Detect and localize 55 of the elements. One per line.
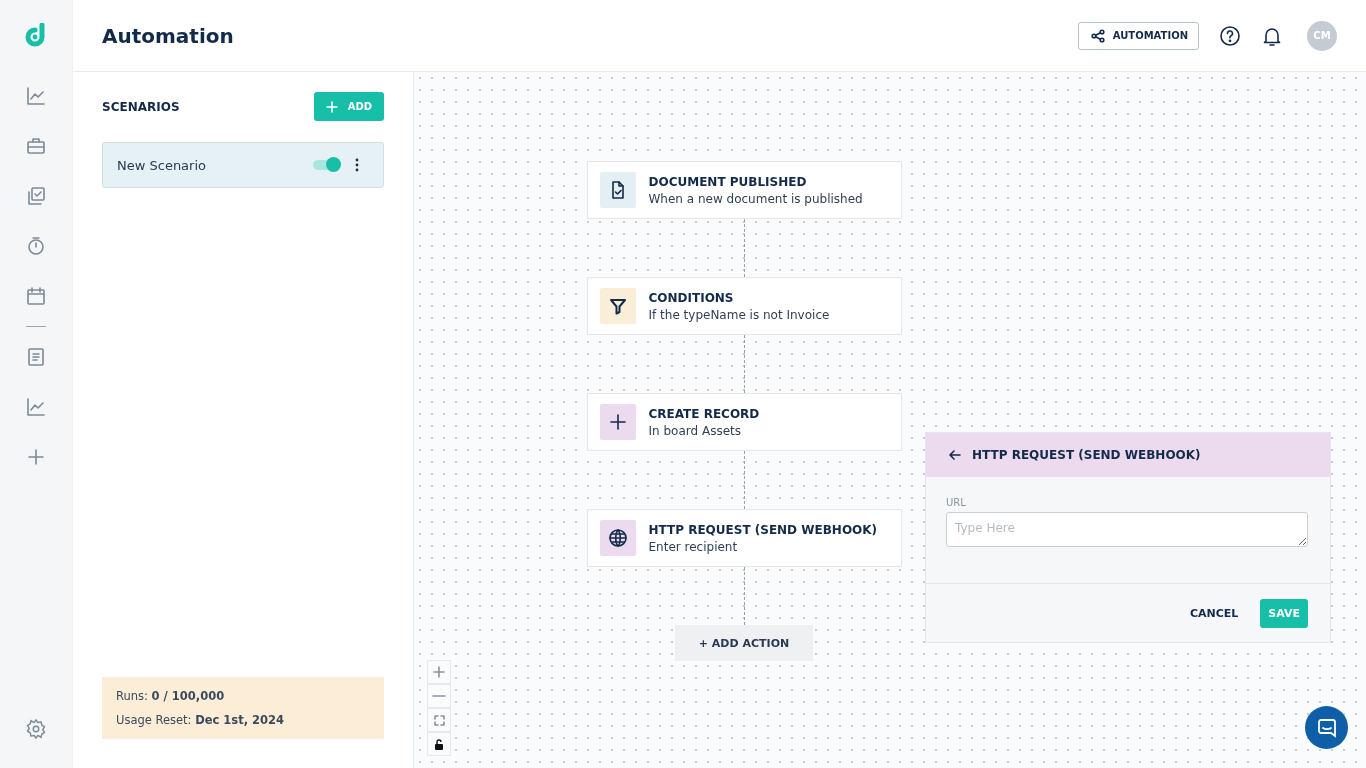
connector-line [743, 451, 745, 509]
connector-line [743, 335, 745, 393]
scenario-item[interactable]: New Scenario [102, 142, 384, 188]
automation-button[interactable]: AUTOMATION [1077, 21, 1199, 50]
back-arrow-icon[interactable] [948, 448, 962, 462]
field-label: URL [946, 497, 967, 508]
plus-icon [325, 100, 338, 113]
share-nodes-icon [1090, 28, 1105, 43]
node-subtitle: When a new document is published [648, 191, 863, 206]
flow-node[interactable]: CONDITIONS If the typeName is not Invoice [586, 277, 902, 335]
chat-button[interactable] [1305, 706, 1348, 749]
filter-icon [607, 296, 628, 316]
globe-icon [607, 528, 628, 548]
url-field[interactable]: Type Here [946, 512, 1308, 547]
zoom-in-button[interactable] [427, 660, 451, 684]
chart-icon[interactable] [26, 397, 46, 417]
chat-icon [1316, 717, 1337, 738]
node-subtitle: If the typeName is not Invoice [648, 307, 830, 322]
lock-button[interactable] [427, 732, 451, 756]
node-subtitle: In board Assets [648, 423, 742, 438]
connector-line [743, 567, 745, 625]
plus-icon[interactable] [26, 447, 46, 467]
cancel-button[interactable]: CANCEL [1183, 605, 1245, 621]
zoom-in-icon [433, 666, 445, 678]
plus-icon [607, 412, 628, 432]
flow-node[interactable]: HTTP REQUEST (SEND WEBHOOK) Enter recipient [586, 509, 902, 567]
stopwatch-icon[interactable] [26, 236, 46, 256]
panel-title: HTTP REQUEST (SEND WEBHOOK) [972, 448, 1201, 462]
section-title: SCENARIOS [102, 99, 180, 114]
zoom-out-button[interactable] [427, 684, 451, 708]
help-icon[interactable] [1219, 24, 1241, 47]
lock-icon [434, 738, 444, 750]
chart-icon[interactable] [26, 86, 46, 106]
node-title: DOCUMENT PUBLISHED [648, 174, 808, 189]
toggle-switch[interactable] [313, 160, 339, 170]
settings-icon[interactable] [25, 718, 47, 740]
connector-line [743, 219, 745, 277]
node-subtitle: Enter recipient [648, 539, 739, 554]
node-title: CONDITIONS [648, 290, 735, 305]
usage-text: Usage Reset: Dec 1st, 2024 [116, 713, 286, 727]
node-title: HTTP REQUEST (SEND WEBHOOK) [648, 522, 878, 537]
zoom-out-icon [432, 694, 446, 698]
more-icon[interactable] [355, 158, 359, 172]
add-action-button[interactable]: + ADD ACTION [674, 625, 814, 661]
briefcase-icon[interactable] [26, 136, 46, 156]
fit-view-icon [433, 714, 445, 726]
scenario-name[interactable]: New Scenario [117, 157, 313, 173]
page-title: Automation [102, 23, 234, 48]
calendar-icon[interactable] [26, 286, 46, 306]
node-title: CREATE RECORD [648, 406, 760, 421]
document-icon[interactable] [26, 347, 46, 367]
flow-node[interactable]: DOCUMENT PUBLISHED When a new document is published [586, 161, 902, 219]
checklist-icon[interactable] [26, 186, 46, 206]
flow-node[interactable]: CREATE RECORD In board Assets [586, 393, 902, 451]
usage-text: Runs: 0 / 100,000 [116, 689, 226, 703]
